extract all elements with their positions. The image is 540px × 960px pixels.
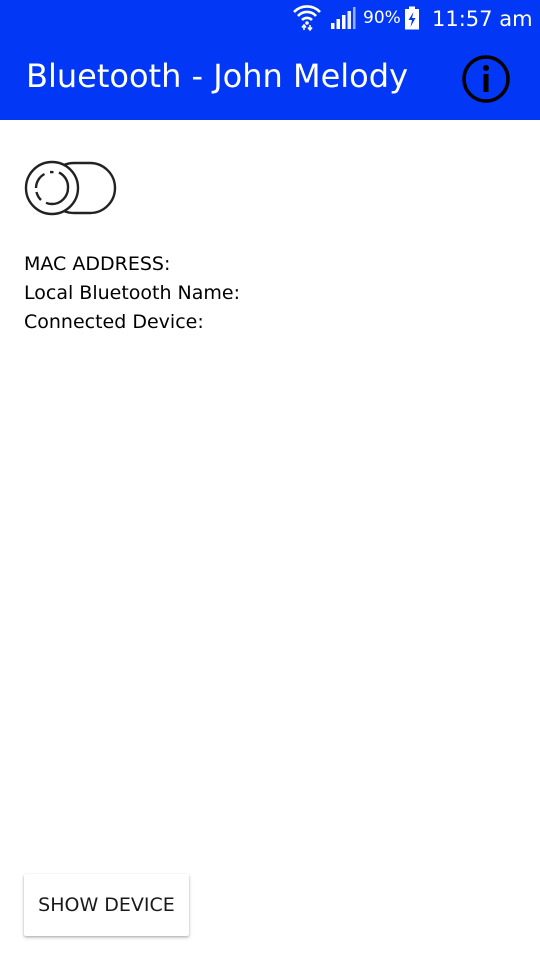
status-bar: 90% 11:57 am [0, 0, 540, 36]
show-device-button[interactable]: SHOW DEVICE [24, 874, 189, 936]
info-button[interactable] [460, 55, 512, 103]
app-title: Bluetooth - John Melody [26, 57, 408, 95]
toggle-switch-icon [24, 160, 117, 216]
app-bar: Bluetooth - John Melody [0, 36, 540, 120]
connected-device-label: Connected Device: [24, 311, 204, 333]
wifi-icon [293, 5, 321, 31]
cell-signal-icon [331, 7, 356, 29]
info-icon [462, 55, 510, 103]
local-name-label: Local Bluetooth Name: [24, 282, 241, 304]
bluetooth-toggle-switch[interactable] [24, 160, 117, 216]
battery-charging-icon [405, 6, 419, 30]
status-clock: 11:57 am [432, 7, 533, 31]
mac-address-label: MAC ADDRESS: [24, 253, 171, 275]
battery-percent: 90% [363, 8, 401, 28]
bluetooth-info: MAC ADDRESS: Local Bluetooth Name: Conne… [24, 250, 240, 337]
